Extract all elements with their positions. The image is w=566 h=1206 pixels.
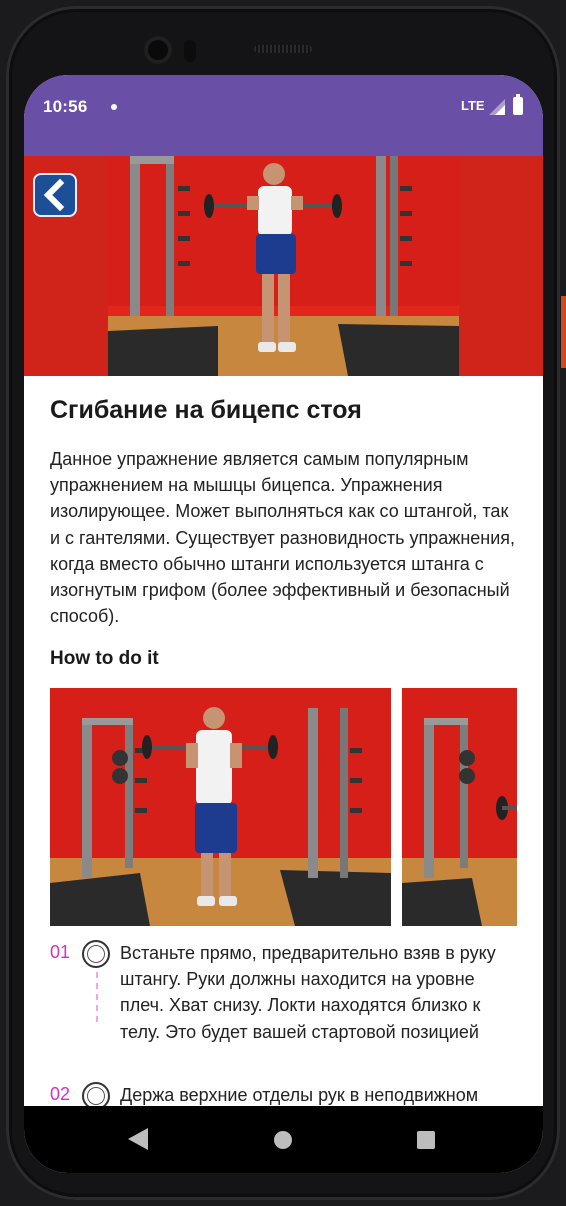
step-bullet-icon [82,940,110,968]
front-camera [144,36,172,64]
square-recents-icon[interactable] [417,1131,435,1149]
step-image [50,688,391,926]
system-nav-bar [24,1106,543,1173]
notification-dot-icon [111,104,117,110]
side-button [561,296,566,368]
hero-banner [24,156,543,376]
step-text: Держа верхние отделы рук в неподвижном [120,1085,479,1105]
step-number: 01 [50,942,71,962]
chevron-left-icon [43,178,65,212]
proximity-sensor [184,40,196,62]
status-time: 10:56 [43,97,88,116]
step-text: Встаньте прямо, предварительно взяв в ру… [120,943,496,1042]
exercise-content[interactable]: Сгибание на бицепс стоя Данное упражнени… [24,156,543,1106]
how-to-heading: How to do it [50,648,159,669]
status-bar: 10:56 LTE [24,75,543,156]
triangle-back-icon[interactable] [128,1128,148,1150]
exercise-hero-image [108,156,459,376]
back-button[interactable] [33,173,77,217]
step-bullet-icon [82,1082,110,1106]
exercise-description: Данное упражнение является самым популяр… [50,449,516,627]
exercise-title: Сгибание на бицепс стоя [50,396,362,424]
step-number: 02 [50,1084,71,1104]
step-connector [96,972,98,1022]
battery-icon [513,94,523,115]
step-image-gallery[interactable] [50,688,543,926]
signal-icon [489,99,505,115]
earpiece-speaker [254,45,312,53]
screen: 10:56 LTE Сгибание на бицепс стоя Данное… [24,75,543,1173]
phone-frame: 10:56 LTE Сгибание на бицепс стоя Данное… [0,0,566,1206]
step-image [402,688,517,926]
circle-home-icon[interactable] [274,1131,292,1149]
network-type: LTE [461,98,485,113]
